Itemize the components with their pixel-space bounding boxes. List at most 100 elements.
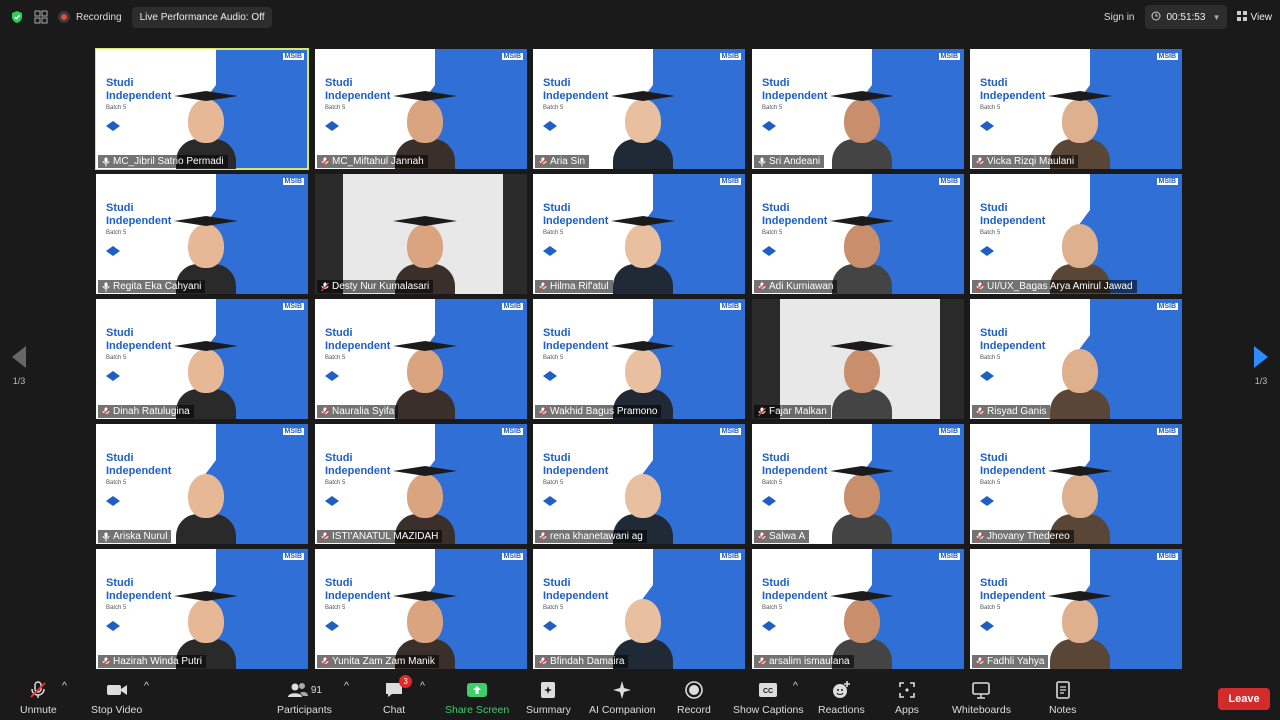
background-title-line1: Studi (762, 577, 790, 589)
participant-name-label: Vicka Rizqi Maulani (972, 155, 1079, 168)
msib-logo: MSIB (282, 428, 304, 435)
record-icon (684, 680, 704, 700)
background-title: Studi Independent (325, 452, 390, 478)
participant-tile[interactable]: Studi Independent Batch 5 MSIB Jhovany Thede… (970, 424, 1182, 544)
background-title: Studi Independent (106, 77, 171, 103)
participant-body (832, 389, 892, 419)
previous-page-icon[interactable] (12, 346, 26, 368)
msib-logo: MSIB (1156, 553, 1178, 560)
msib-logo: MSIB (282, 53, 304, 60)
participant-video (830, 335, 894, 419)
participant-tile[interactable]: Studi Independent Batch 5 MSIB Yunita Zam Za… (315, 549, 527, 669)
top-bar: Recording Live Performance Audio: Off Si… (0, 0, 1280, 34)
record-button[interactable]: Record (677, 680, 711, 716)
muted-mic-icon (102, 657, 110, 667)
meeting-timer[interactable]: 00:51:53 ▼ (1144, 5, 1227, 29)
reactions-button[interactable]: Reactions (818, 680, 865, 716)
participant-name: Desty Nur Kumalasari (332, 281, 430, 292)
participant-video (830, 460, 894, 544)
unmute-button[interactable]: Unmute (20, 680, 57, 716)
participant-tile[interactable]: Studi Independent Batch 5 MSIB Hilma Rif'atu… (533, 174, 745, 294)
whiteboards-button[interactable]: Whiteboards (952, 680, 1011, 716)
summary-button[interactable]: Summary (526, 680, 571, 716)
participant-tile[interactable]: Studi Independent Batch 5 MSIB UI/UX_Bagas A… (970, 174, 1182, 294)
muted-mic-icon (539, 157, 547, 167)
participant-tile[interactable]: Studi Independent Batch 5 MSIB Dinah Ratulug… (96, 299, 308, 419)
background-title: Studi Independent (325, 77, 390, 103)
participant-tile[interactable]: Studi Independent Batch 5 MSIB Sri Andeani (752, 49, 964, 169)
mic-icon (102, 282, 110, 292)
participant-head (844, 349, 880, 393)
grid-icon[interactable] (34, 10, 48, 24)
muted-mic-icon (976, 657, 984, 667)
notes-button[interactable]: Notes (1049, 680, 1076, 716)
participant-tile[interactable]: Studi Independent Batch 5 MSIB Risyad Ganis (970, 299, 1182, 419)
participant-tile[interactable]: Studi Independent Batch 5 MSIB Ariska Nurul (96, 424, 308, 544)
background-batch-label: Batch 5 (325, 105, 346, 111)
background-title: Studi Independent (543, 577, 608, 603)
video-options-chevron-icon[interactable]: ^ (144, 680, 149, 692)
ai-companion-button[interactable]: AI Companion (589, 680, 656, 716)
participant-tile[interactable]: Studi Independent Batch 5 MSIB Adi Kurniawan (752, 174, 964, 294)
participant-tile[interactable]: Studi Independent Batch 5 MSIB Aria Sin (533, 49, 745, 169)
recording-indicator[interactable]: Recording (58, 11, 122, 23)
participant-tile[interactable]: Desty Nur Kumalasari (315, 174, 527, 294)
participant-body (395, 389, 455, 419)
participant-name: Wakhid Bagus Pramono (550, 406, 658, 417)
graduation-cap-icon (174, 341, 238, 351)
participant-tile[interactable]: Studi Independent Batch 5 MSIB Wakhid Bagus … (533, 299, 745, 419)
participants-options-chevron-icon[interactable]: ^ (344, 680, 349, 692)
participant-name: Nauralia Syifa (332, 406, 395, 417)
participant-tile[interactable]: Studi Independent Batch 5 MSIB Vicka Rizqi M… (970, 49, 1182, 169)
muted-mic-icon (321, 407, 329, 417)
graduation-cap-icon (611, 216, 675, 226)
stop-video-button[interactable]: Stop Video (91, 680, 142, 716)
leave-button[interactable]: Leave (1218, 688, 1270, 710)
participant-tile[interactable]: Fajar Malkan (752, 299, 964, 419)
participant-tile[interactable]: Studi Independent Batch 5 MSIB Fadhli Yahya (970, 549, 1182, 669)
background-title-line2: Independent (106, 90, 172, 102)
participant-body (832, 264, 892, 294)
audio-options-chevron-icon[interactable]: ^ (62, 680, 67, 692)
next-page-icon[interactable] (1254, 346, 1268, 368)
participant-name-label: Sri Andeani (754, 155, 825, 168)
share-screen-button[interactable]: Share Screen (445, 680, 509, 716)
participant-tile[interactable]: Studi Independent Batch 5 MSIB MC_Jibril Sat… (95, 48, 309, 170)
participant-tile[interactable]: Studi Independent Batch 5 MSIB Salwa A (752, 424, 964, 544)
background-title: Studi Independent (106, 577, 171, 603)
apps-label: Apps (895, 704, 919, 716)
participant-head (407, 474, 443, 518)
participant-name: Fajar Malkan (769, 406, 827, 417)
background-batch-label: Batch 5 (106, 480, 127, 486)
participant-tile[interactable]: Studi Independent Batch 5 MSIB Hazirah Winda… (96, 549, 308, 669)
participant-name-label: Bfindah Damaira (535, 655, 629, 668)
graduation-cap-icon (174, 91, 238, 101)
security-shield-icon[interactable] (10, 10, 24, 24)
background-title-line1: Studi (325, 327, 353, 339)
participant-head (844, 99, 880, 143)
background-title: Studi Independent (106, 452, 171, 478)
prev-page-nav[interactable]: 1/3 (12, 346, 26, 386)
participant-name-label: Fajar Malkan (754, 405, 831, 418)
captions-options-chevron-icon[interactable]: ^ (793, 680, 798, 692)
view-button[interactable]: View (1236, 10, 1272, 24)
muted-mic-icon (758, 657, 766, 667)
participant-head (1062, 474, 1098, 518)
participant-tile[interactable]: Studi Independent Batch 5 MSIB Nauralia Syif… (315, 299, 527, 419)
chat-options-chevron-icon[interactable]: ^ (420, 680, 425, 692)
live-audio-status[interactable]: Live Performance Audio: Off (131, 6, 273, 28)
participant-name: Regita Eka Cahyani (113, 281, 202, 292)
participant-tile[interactable]: Studi Independent Batch 5 MSIB MC_Miftahul J… (315, 49, 527, 169)
participant-name-label: Fadhli Yahya (972, 655, 1049, 668)
participant-tile[interactable]: Studi Independent Batch 5 MSIB Bfindah Damai… (533, 549, 745, 669)
participant-tile[interactable]: Studi Independent Batch 5 MSIB ISTI'ANATUL M… (315, 424, 527, 544)
chat-button[interactable]: 3 Chat (383, 675, 413, 716)
participant-tile[interactable]: Studi Independent Batch 5 MSIB Regita Eka Ca… (96, 174, 308, 294)
apps-button[interactable]: Apps (895, 680, 919, 716)
participants-button[interactable]: 91 Participants (277, 680, 332, 716)
participant-name-label: MC_Miftahul Jannah (317, 155, 428, 168)
participant-tile[interactable]: Studi Independent Batch 5 MSIB arsalim ismau… (752, 549, 964, 669)
participant-tile[interactable]: Studi Independent Batch 5 MSIB rena khanetaw… (533, 424, 745, 544)
sign-in-link[interactable]: Sign in (1104, 12, 1135, 23)
next-page-nav[interactable]: 1/3 (1254, 346, 1268, 386)
